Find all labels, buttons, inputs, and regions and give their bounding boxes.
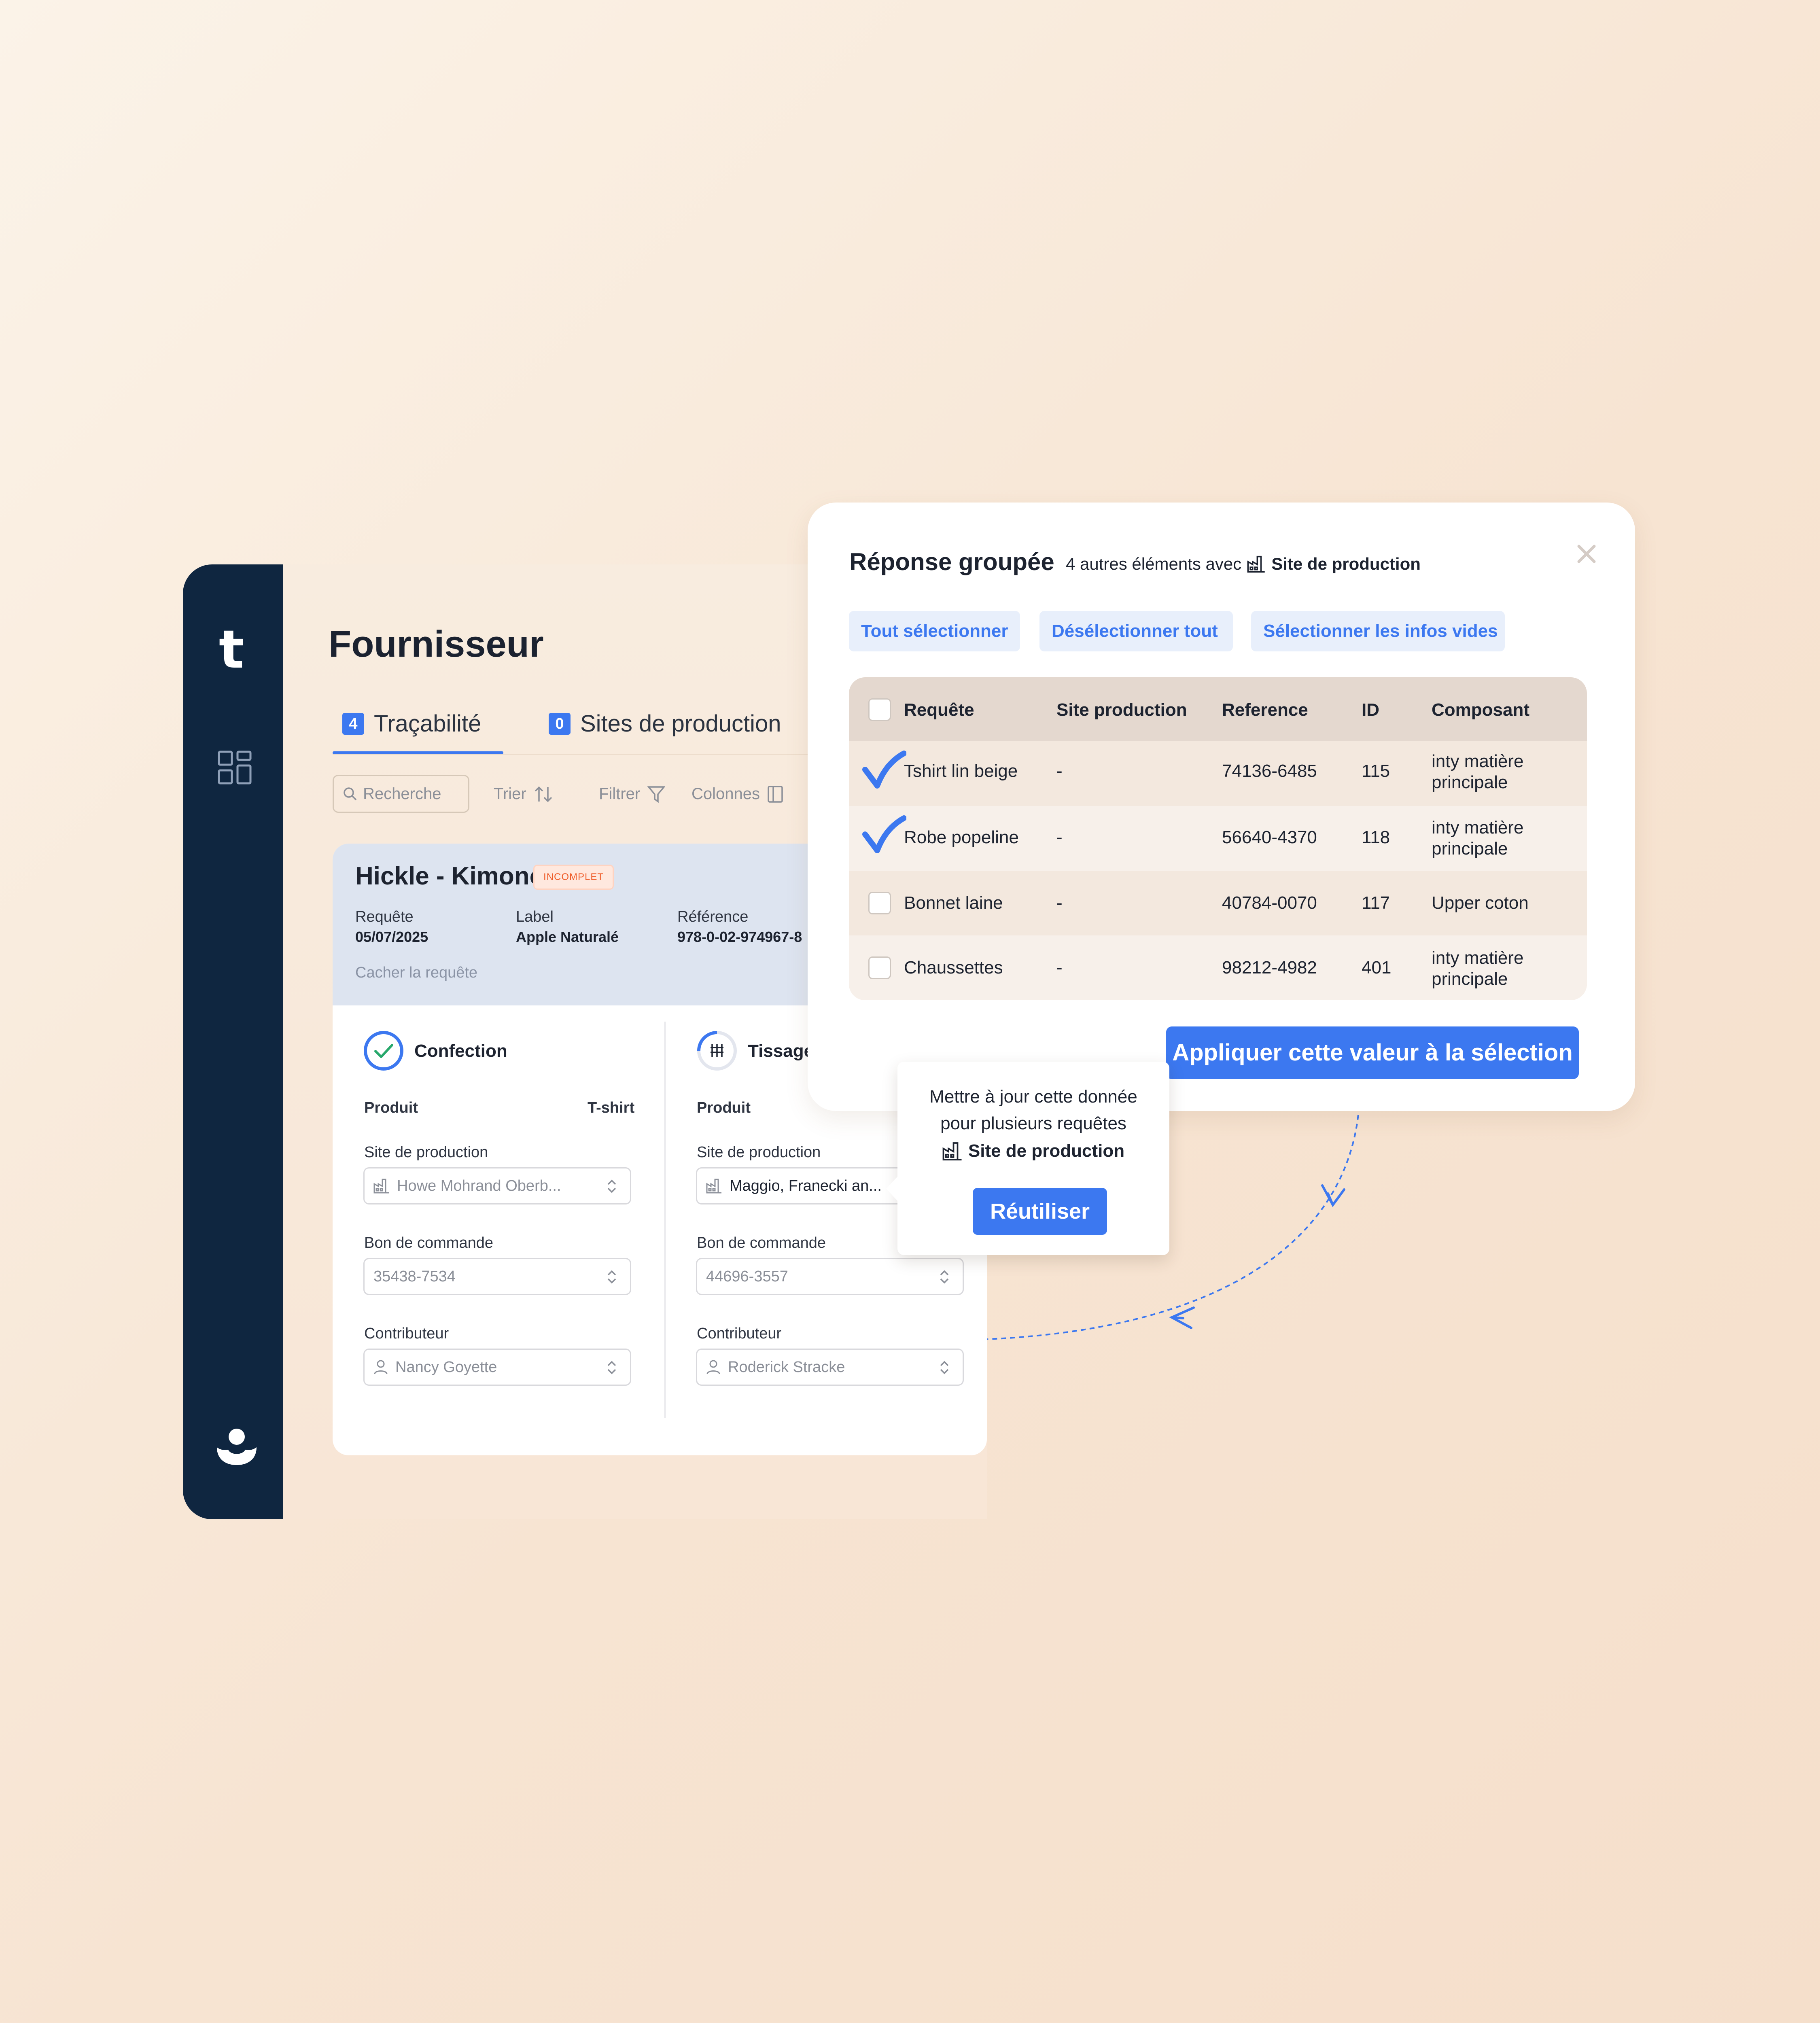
column-header: Reference [1222, 700, 1308, 720]
cell-id: 115 [1362, 761, 1390, 781]
table-row[interactable]: Tshirt lin beige - 74136-6485 115 inty m… [849, 741, 1587, 806]
cell-component: inty matière principale [1432, 948, 1524, 989]
factory-icon [942, 1142, 962, 1161]
cell-reference: 74136-6485 [1222, 761, 1317, 781]
checkmark-icon[interactable] [862, 750, 906, 795]
cell-component: inty matière principale [1432, 818, 1524, 859]
column-header: Composant [1432, 700, 1529, 720]
tooltip-field-label: Site de production [968, 1141, 1125, 1161]
checkmark-icon[interactable] [862, 815, 906, 859]
deselect-all-button[interactable]: Désélectionner tout [1039, 611, 1233, 651]
cell-request: Chaussettes [904, 958, 1003, 978]
modal-subtitle-prefix: 4 autres éléments avec [1066, 554, 1242, 573]
cell-request: Tshirt lin beige [904, 761, 1018, 781]
select-all-button[interactable]: Tout sélectionner [849, 611, 1020, 651]
close-icon[interactable] [1576, 543, 1597, 565]
select-empty-button[interactable]: Sélectionner les infos vides [1251, 611, 1505, 651]
factory-icon [1247, 556, 1265, 573]
row-checkbox[interactable] [868, 892, 891, 914]
tooltip-pointer [886, 1176, 898, 1202]
modal-subtitle: 4 autres éléments avec Site de productio… [1066, 554, 1421, 574]
tooltip-field: Site de production [897, 1141, 1169, 1161]
select-all-checkbox[interactable] [868, 698, 891, 721]
cell-site: - [1056, 761, 1063, 781]
requests-table: Requête Site production Reference ID Com… [849, 677, 1587, 1000]
cell-request: Bonnet laine [904, 893, 1003, 913]
cell-component: inty matière principale [1432, 751, 1524, 792]
table-row[interactable]: Robe popeline - 56640-4370 118 inty mati… [849, 806, 1587, 871]
cell-site: - [1056, 827, 1063, 847]
tooltip-text-line1: Mettre à jour cette donnée [929, 1087, 1137, 1107]
bulk-response-modal: Réponse groupée 4 autres éléments avec S… [808, 503, 1635, 1111]
table-header: Requête Site production Reference ID Com… [849, 677, 1587, 741]
cell-reference: 98212-4982 [1222, 958, 1317, 978]
cell-request: Robe popeline [904, 827, 1019, 847]
cell-id: 117 [1362, 893, 1390, 913]
table-row[interactable]: Chaussettes - 98212-4982 401 inty matièr… [849, 935, 1587, 1000]
cell-reference: 40784-0070 [1222, 893, 1317, 913]
row-checkbox[interactable] [868, 956, 891, 979]
reuse-button[interactable]: Réutiliser [973, 1188, 1107, 1235]
cell-component: Upper coton [1432, 893, 1529, 913]
modal-title: Réponse groupée [849, 548, 1054, 575]
cell-id: 401 [1362, 958, 1392, 978]
column-header: ID [1362, 700, 1379, 720]
column-header: Requête [904, 700, 974, 720]
cell-reference: 56640-4370 [1222, 827, 1317, 847]
reuse-tooltip: Mettre à jour cette donnée pour plusieur… [886, 1062, 1169, 1255]
cell-id: 118 [1362, 827, 1390, 847]
table-row[interactable]: Bonnet laine - 40784-0070 117 Upper coto… [849, 871, 1587, 935]
cell-site: - [1056, 893, 1063, 913]
cell-site: - [1056, 958, 1063, 978]
apply-to-selection-button[interactable]: Appliquer cette valeur à la sélection [1166, 1026, 1579, 1079]
tooltip-text-line2: pour plusieurs requêtes [940, 1113, 1126, 1133]
modal-subtitle-field: Site de production [1271, 554, 1421, 573]
column-header: Site production [1056, 700, 1187, 720]
